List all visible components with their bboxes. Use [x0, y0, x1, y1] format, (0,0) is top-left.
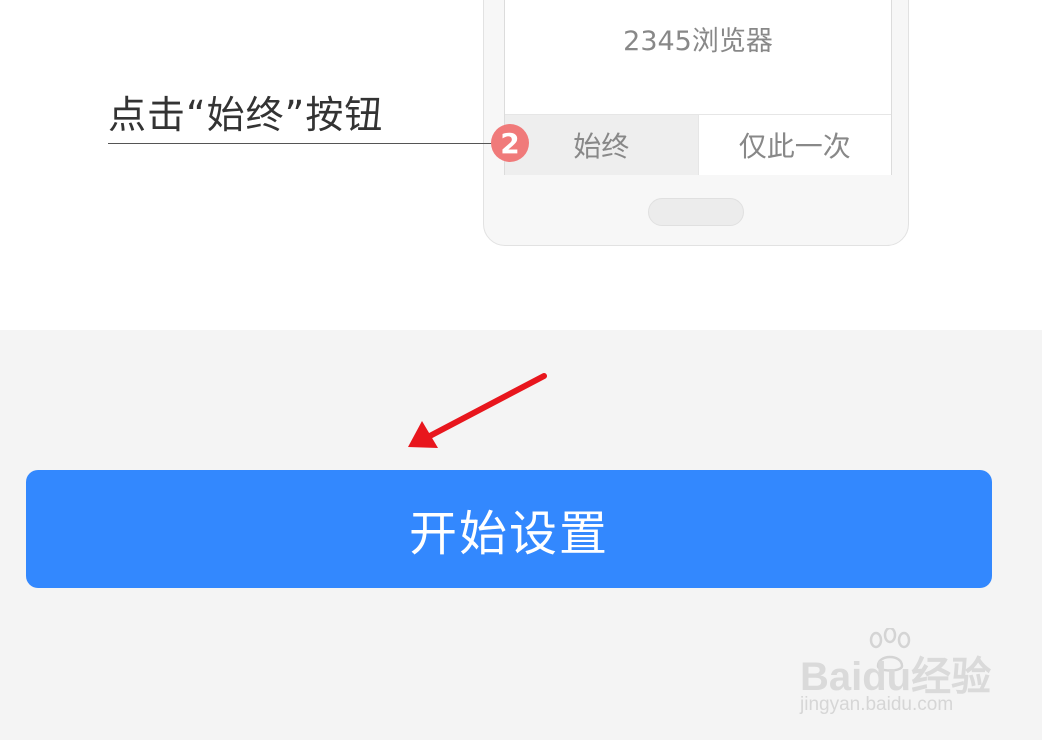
start-setup-button[interactable]: 开始设置 — [26, 470, 992, 588]
step-number-badge: 2 — [491, 124, 529, 162]
phone-home-button — [648, 198, 744, 226]
watermark-url: jingyan.baidu.com — [800, 694, 954, 715]
dialog-button-row: 始终 仅此一次 — [505, 114, 891, 175]
dialog-app-name[interactable]: 2345浏览器 — [505, 19, 891, 58]
instruction-pointer-line — [108, 143, 500, 144]
instruction-label: 点击“始终”按钮 — [108, 93, 384, 137]
phone-mockup: 2345浏览器 始终 仅此一次 — [483, 0, 909, 246]
baidu-jingyan-watermark: Baidu经验 jingyan.baidu.com — [800, 628, 1000, 723]
app-chooser-dialog: 2345浏览器 始终 仅此一次 — [504, 0, 892, 175]
always-button[interactable]: 始终 — [505, 115, 698, 175]
just-once-button[interactable]: 仅此一次 — [697, 115, 891, 175]
tutorial-illustration: 2345浏览器 始终 仅此一次 点击“始终”按钮 2 — [0, 0, 1042, 330]
